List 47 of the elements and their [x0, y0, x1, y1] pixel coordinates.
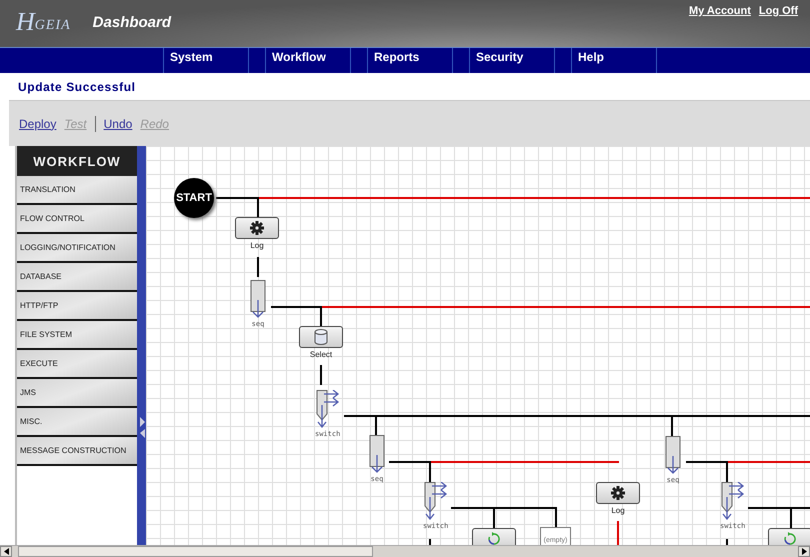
sidebar-item[interactable]: LOGGING/NOTIFICATION	[17, 234, 137, 263]
action-node[interactable]	[596, 482, 640, 504]
account-link[interactable]: My Account	[688, 5, 751, 17]
node-label: Log	[611, 506, 625, 515]
sidebar-item[interactable]: HTTP/FTP	[17, 292, 137, 321]
action-node[interactable]	[299, 326, 343, 348]
loop-node[interactable]	[472, 528, 516, 545]
sidebar-item[interactable]: DATABASE	[17, 263, 137, 292]
loop-icon	[784, 532, 796, 545]
nav-menu-item[interactable]: Help	[571, 48, 657, 73]
node-label: Log	[250, 241, 264, 250]
app-title: Dashboard	[92, 14, 172, 30]
nav-menu-item[interactable]: Reports	[367, 48, 453, 73]
nav-menu-item[interactable]: Security	[469, 48, 555, 73]
action-node[interactable]	[235, 217, 279, 239]
cylinder-icon	[313, 329, 329, 345]
switch-node-icon[interactable]	[424, 482, 448, 520]
nav-menu-item[interactable]: System	[163, 48, 249, 73]
scroll-left-icon[interactable]	[4, 548, 8, 555]
sidebar-item[interactable]: MISC.	[17, 408, 137, 437]
sidebar-title: WORKFLOW	[17, 146, 137, 176]
logo: HGEIA	[16, 10, 71, 34]
switch-node-icon[interactable]	[720, 482, 745, 520]
nav-menu-item[interactable]: Workflow	[265, 48, 351, 73]
node-label: Select	[310, 350, 332, 359]
gear-icon	[611, 486, 625, 500]
toolbar-link[interactable]: Undo	[104, 116, 132, 130]
sidebar-item[interactable]: FILE SYSTEM	[17, 321, 137, 350]
sequence-node-icon[interactable]	[665, 436, 681, 474]
account-link[interactable]: Log Off	[758, 5, 798, 17]
sidebar-item[interactable]: FLOW CONTROL	[17, 205, 137, 234]
collapse-arrows-icon[interactable]	[140, 417, 146, 439]
sequence-node-icon[interactable]	[369, 435, 385, 473]
toolbar-link[interactable]: Deploy	[19, 116, 56, 130]
gear-icon	[250, 221, 264, 235]
loop-node[interactable]	[768, 528, 810, 545]
sidebar-item[interactable]: JMS	[17, 379, 137, 408]
sidebar-item[interactable]: MESSAGE CONSTRUCTION	[17, 437, 137, 466]
horizontal-scrollbar[interactable]	[0, 545, 810, 557]
loop-icon	[488, 532, 500, 545]
sequence-node-icon[interactable]	[250, 280, 266, 318]
sidebar-item[interactable]: TRANSLATION	[17, 176, 137, 205]
switch-node-icon[interactable]	[316, 390, 340, 428]
scroll-right-icon[interactable]	[802, 548, 806, 555]
status-message: Update Successful	[18, 80, 136, 94]
sidebar-item[interactable]: EXECUTE	[17, 350, 137, 379]
start-node[interactable]: START	[174, 178, 214, 218]
